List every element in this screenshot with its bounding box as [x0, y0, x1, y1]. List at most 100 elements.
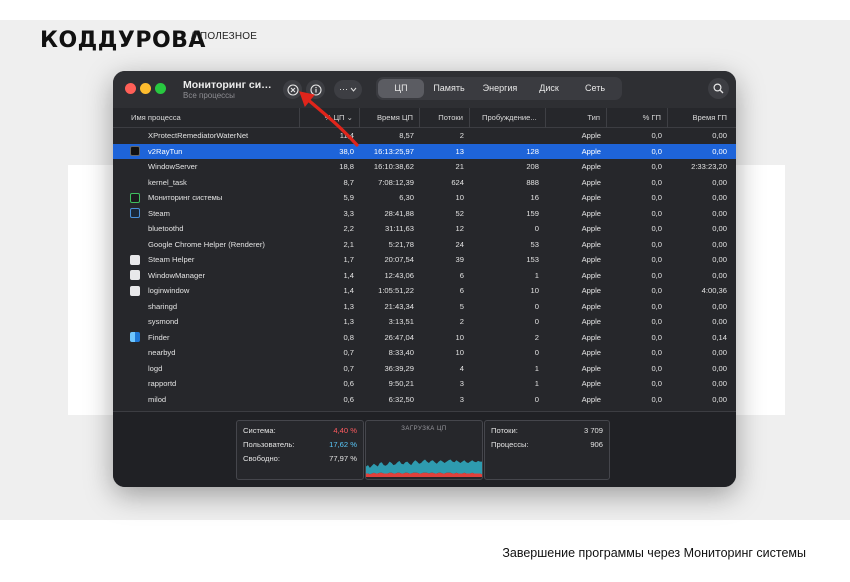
cell-cpu: 1,7	[343, 255, 354, 264]
cell-name: WindowServer	[148, 162, 198, 171]
zoom-window-button[interactable]	[155, 83, 166, 94]
cell-gpu: 0,0	[651, 394, 662, 404]
cell-time: 21:43,34	[384, 301, 414, 311]
window-title: Мониторинг систе...	[183, 79, 275, 91]
table-row[interactable]: nearbyd 0,7 8:33,40 10 0 Apple 0,0 0,00	[113, 345, 736, 361]
idle-label: Свободно:	[243, 454, 281, 463]
cell-gpu: 0,0	[651, 379, 662, 388]
table-row[interactable]: logd 0,7 36:39,29 4 1 Apple 0,0 0,00	[113, 361, 736, 377]
cell-threads: 4	[459, 363, 464, 373]
cell-gpu: 0,0	[651, 239, 662, 249]
tab-energy[interactable]: Энергия	[474, 79, 526, 98]
table-row[interactable]: kernel_task 8,7 7:08:12,39 624 888 Apple 0,0 0,…	[113, 175, 736, 191]
table-row[interactable]: Steam 3,3 28:41,88 52 159 Apple 0,0 0,00	[113, 206, 736, 222]
cell-type: Apple	[581, 270, 601, 280]
cell-gpu: 0,0	[651, 131, 662, 140]
cell-name: sysmond	[148, 317, 179, 326]
cell-cpu: 38,0	[339, 146, 354, 156]
cell-wakeups: 128	[526, 146, 539, 156]
cell-time: 5:21,78	[388, 239, 414, 249]
cell-cpu: 8,7	[343, 177, 354, 187]
cell-threads: 6	[459, 286, 464, 295]
generic-app-icon	[130, 254, 140, 265]
cell-threads: 10	[455, 348, 464, 357]
cell-gpu-time: 0,00	[712, 348, 727, 357]
column-cpu-time[interactable]: Время ЦП	[360, 108, 420, 128]
generic-app-icon	[130, 285, 140, 296]
cell-gpu: 0,0	[651, 177, 662, 187]
column-type[interactable]: Тип	[546, 108, 607, 128]
table-row[interactable]: loginwindow 1,4 1:05:51,22 6 10 Apple 0,0 4:00,…	[113, 283, 736, 299]
cell-threads: 10	[455, 193, 464, 202]
column-cpu-percent[interactable]: % ЦП ⌄	[300, 108, 360, 128]
cell-time: 31:11,63	[385, 224, 414, 233]
table-row[interactable]: sysmond 1,3 3:13,51 2 0 Apple 0,0 0,00	[113, 314, 736, 330]
table-row[interactable]: Google Chrome Helper (Renderer) 2,1 5:21,7…	[113, 237, 736, 253]
cell-name: sharingd	[148, 301, 178, 311]
cell-time: 1:05:51,22	[378, 286, 414, 295]
cell-gpu-time: 0,00	[712, 317, 727, 326]
more-icon: ⋯	[339, 84, 348, 94]
table-row[interactable]: Finder 0,8 26:47,04 10 2 Apple 0,0 0,14	[113, 330, 736, 346]
column-gpu-percent[interactable]: % ГП	[607, 108, 668, 128]
cell-name: nearbyd	[148, 348, 176, 357]
table-row[interactable]: rapportd 0,6 9:50,21 3 1 Apple 0,0 0,00	[113, 376, 736, 392]
table-row[interactable]: bluetoothd 2,2 31:11,63 12 0 Apple 0,0 0,00	[113, 221, 736, 237]
process-info-button[interactable]	[306, 80, 325, 99]
close-window-button[interactable]	[125, 83, 136, 94]
table-row[interactable]: v2RayTun 38,0 16:13:25,97 13 128 Apple 0,0 0,00	[113, 143, 736, 159]
cell-wakeups: 0	[534, 224, 539, 233]
cell-cpu: 1,3	[343, 317, 354, 326]
stop-process-button[interactable]	[283, 80, 302, 99]
column-process-name[interactable]: Имя процесса	[113, 108, 300, 128]
table-row[interactable]: sharingd 1,3 21:43,34 5 0 Apple 0,0 0,00	[113, 299, 736, 315]
cell-wakeups: 159	[526, 208, 539, 218]
cpu-load-chart: ЗАГРУЗКА ЦП	[365, 420, 483, 480]
cell-time: 8,57	[399, 131, 414, 140]
cell-gpu-time: 0,00	[712, 255, 727, 264]
cell-type: Apple	[581, 255, 601, 264]
table-row[interactable]: milod 0,6 6:32,50 3 0 Apple 0,0 0,00	[113, 392, 736, 408]
cell-name: v2RayTun	[148, 146, 183, 156]
tab-disk[interactable]: Диск	[526, 79, 572, 98]
tab-cpu[interactable]: ЦП	[378, 79, 424, 98]
cell-gpu: 0,0	[651, 270, 662, 280]
table-row[interactable]: Мониторинг системы 5,9 6,30 10 16 Apple 0,0 0,0…	[113, 190, 736, 206]
table-row[interactable]: Steam Helper 1,7 20:07,54 39 153 Apple 0,0 0,00	[113, 252, 736, 268]
cell-name: Google Chrome Helper (Renderer)	[148, 239, 265, 249]
v2raytun-icon	[130, 146, 140, 156]
table-row[interactable]: XProtectRemediatorWaterNet 11,4 8,57 2 Apple…	[113, 128, 736, 144]
more-actions-button[interactable]: ⋯	[334, 80, 362, 99]
cell-time: 26:47,04	[384, 332, 414, 342]
background-block	[735, 165, 785, 415]
cell-gpu-time: 0,00	[712, 301, 727, 311]
cell-name: logd	[148, 363, 163, 373]
user-load-area	[366, 459, 482, 475]
activity-monitor-icon	[130, 192, 140, 203]
cell-time: 6,30	[399, 193, 414, 202]
cell-wakeups: 10	[530, 286, 539, 295]
cell-type: Apple	[581, 177, 601, 187]
cell-cpu: 0,8	[343, 332, 354, 342]
cell-type: Apple	[581, 193, 601, 202]
user-value: 17,62 %	[329, 440, 357, 449]
minimize-window-button[interactable]	[140, 83, 151, 94]
cell-cpu: 3,3	[343, 208, 354, 218]
cell-gpu: 0,0	[651, 332, 662, 342]
cell-threads: 5	[459, 301, 464, 311]
cell-cpu: 18,8	[339, 162, 354, 171]
tab-memory[interactable]: Память	[424, 79, 474, 98]
column-gpu-time[interactable]: Время ГП	[668, 108, 736, 128]
table-row[interactable]: WindowManager 1,4 12:43,06 6 1 Apple 0,0 0,00	[113, 268, 736, 284]
tab-network[interactable]: Сеть	[572, 79, 618, 98]
column-threads[interactable]: Потоки	[420, 108, 470, 128]
cell-time: 20:07,54	[384, 255, 414, 264]
cell-gpu: 0,0	[651, 286, 662, 295]
table-row[interactable]: WindowServer 18,8 16:10:38,62 21 208 Apple 0,0…	[113, 159, 736, 175]
cpu-usage-box: Система: 4,40 % Пользователь: 17,62 % Св…	[236, 420, 364, 480]
search-button[interactable]	[708, 78, 729, 99]
cell-threads: 2	[459, 317, 464, 326]
cell-name: XProtectRemediatorWaterNet	[148, 131, 249, 140]
column-wakeups[interactable]: Пробуждение...	[470, 108, 546, 128]
cell-cpu: 0,7	[343, 348, 354, 357]
